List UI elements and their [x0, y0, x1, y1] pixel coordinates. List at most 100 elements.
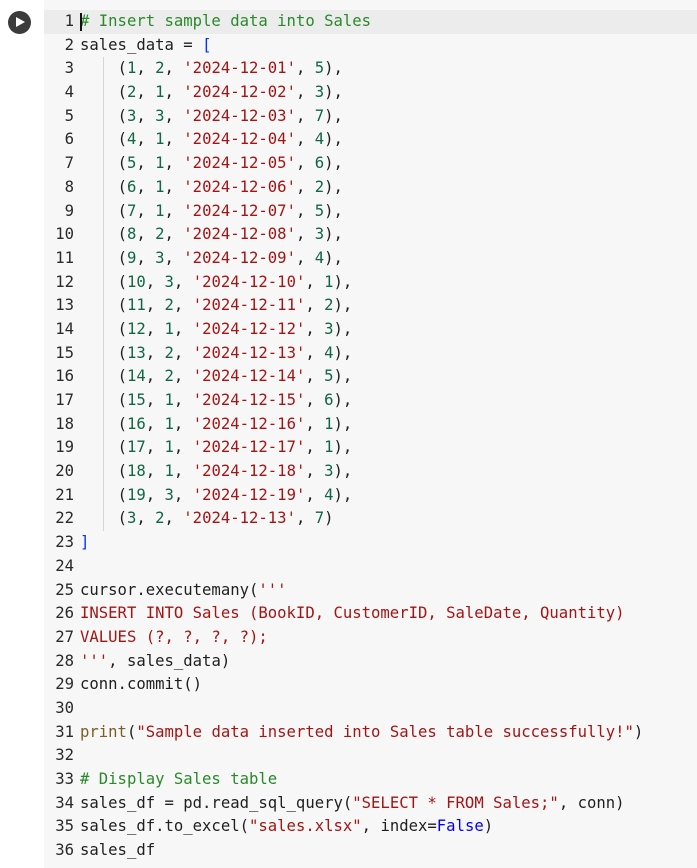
code-token: ,: [164, 177, 184, 196]
code-text: INSERT INTO Sales (BookID, CustomerID, S…: [80, 602, 625, 626]
code-line[interactable]: 36 sales_df: [44, 839, 697, 863]
line-number: 28: [55, 651, 74, 670]
code-token: '2024-12-08': [183, 225, 296, 244]
code-token: ,: [173, 319, 193, 338]
code-line[interactable]: 22 (3, 2, '2024-12-13', 7): [44, 507, 697, 532]
code-token: 14: [126, 367, 146, 386]
line-number: 16: [55, 367, 74, 386]
code-line[interactable]: 13 (11, 2, '2024-12-11', 2),: [44, 294, 697, 318]
code-line[interactable]: 18 (16, 1, '2024-12-16', 1),: [44, 412, 697, 437]
code-line[interactable]: 19 (17, 1, '2024-12-17', 1),: [44, 436, 697, 461]
code-line[interactable]: 15 (13, 2, '2024-12-13', 4),: [44, 341, 697, 366]
line-number: 30: [55, 698, 74, 717]
code-token: ''': [258, 580, 287, 599]
code-text: (8, 2, '2024-12-08', 3),: [80, 223, 343, 247]
code-token: 3: [164, 272, 174, 291]
code-token: 4: [314, 248, 325, 267]
code-line[interactable]: 6 (4, 1, '2024-12-04', 4),: [44, 128, 697, 153]
code-text: (16, 1, '2024-12-16', 1),: [80, 413, 353, 437]
run-cell-button[interactable]: [8, 11, 31, 34]
code-text: (4, 1, '2024-12-04', 4),: [80, 128, 343, 152]
code-line[interactable]: 29 conn.commit(): [44, 673, 697, 697]
code-token: ),: [333, 485, 353, 504]
code-line[interactable]: 10 (8, 2, '2024-12-08', 3),: [44, 223, 697, 247]
code-token: (: [117, 83, 127, 102]
code-token: 13: [126, 343, 146, 362]
code-token: ,: [136, 83, 156, 102]
code-token: 1: [155, 83, 165, 102]
code-token: 1: [155, 130, 165, 149]
code-token: ,: [305, 485, 325, 504]
code-token: (: [117, 225, 127, 244]
code-token: 18: [126, 462, 146, 481]
code-line[interactable]: 11 (9, 3, '2024-12-09', 4),: [44, 246, 697, 271]
code-line[interactable]: 35 sales_df.to_excel("sales.xlsx", index=…: [44, 815, 697, 839]
code-line[interactable]: 23]: [44, 531, 697, 555]
code-token: ,: [305, 438, 325, 457]
code-token: (: [117, 296, 127, 315]
line-number: 18: [55, 414, 74, 433]
code-line[interactable]: 16 (14, 2, '2024-12-14', 5),: [44, 365, 697, 389]
code-token: 2: [164, 296, 174, 315]
code-token: print: [80, 722, 127, 741]
code-line[interactable]: 8 (6, 1, '2024-12-06', 2),: [44, 175, 697, 200]
code-token: 19: [126, 485, 146, 504]
line-number: 5: [64, 106, 74, 125]
code-token: ,: [136, 130, 156, 149]
code-line[interactable]: 21 (19, 3, '2024-12-19', 4),: [44, 483, 697, 508]
code-line[interactable]: 1 # Insert sample data into Sales: [44, 10, 697, 34]
code-line[interactable]: 5 (3, 3, '2024-12-03', 7),: [44, 104, 697, 129]
code-token: 2: [164, 343, 174, 362]
code-token: sales_df.to_excel(: [80, 817, 249, 836]
code-token: VALUES (?, ?, ?, ?);: [80, 627, 268, 646]
code-line[interactable]: 4 (2, 1, '2024-12-02', 3),: [44, 81, 697, 105]
code-token: ,: [145, 319, 165, 338]
code-line[interactable]: 9 (7, 1, '2024-12-07', 5),: [44, 199, 697, 224]
code-line[interactable]: 26 INSERT INTO Sales (BookID, CustomerID,…: [44, 602, 697, 626]
code-line[interactable]: 7 (5, 1, '2024-12-05', 6),: [44, 152, 697, 176]
code-token: ),: [324, 130, 343, 149]
code-line[interactable]: 17 (15, 1, '2024-12-15', 6),: [44, 389, 697, 413]
code-editor[interactable]: 1 # Insert sample data into Sales 2 sales_d…: [44, 0, 697, 868]
line-number: 9: [64, 201, 74, 220]
code-line[interactable]: 14 (12, 1, '2024-12-12', 3),: [44, 317, 697, 342]
code-line[interactable]: 24: [44, 555, 697, 579]
line-number: 22: [55, 509, 74, 528]
code-token: 15: [126, 391, 146, 409]
line-number: 23: [55, 533, 74, 552]
code-line[interactable]: 31 print("Sample data inserted into Sales…: [44, 721, 697, 745]
line-number: 31: [55, 722, 74, 741]
code-line[interactable]: 33 # Display Sales table: [44, 768, 697, 792]
code-line[interactable]: 20 (18, 1, '2024-12-18', 3),: [44, 460, 697, 484]
code-line[interactable]: 25 cursor.executemany(''': [44, 579, 697, 603]
code-line[interactable]: 3 (1, 2, '2024-12-01', 5),: [44, 57, 697, 82]
code-token: ,: [145, 343, 165, 362]
code-line[interactable]: 12 (10, 3, '2024-12-10', 1),: [44, 270, 697, 295]
code-token: ,: [305, 462, 325, 481]
code-line[interactable]: 2 sales_data = [: [44, 34, 697, 58]
code-token: (: [117, 367, 127, 386]
code-text: ]: [80, 531, 89, 555]
line-number: 26: [55, 604, 74, 623]
code-cell: 1 # Insert sample data into Sales 2 sales_d…: [0, 0, 697, 868]
code-line[interactable]: 30: [44, 697, 697, 721]
line-number: 29: [55, 675, 74, 694]
code-token: 4: [324, 485, 334, 504]
code-line[interactable]: 28 ''', sales_data): [44, 650, 697, 674]
code-line[interactable]: 27 VALUES (?, ?, ?, ?);: [44, 626, 697, 650]
code-token: ,: [295, 225, 315, 244]
code-token: ,: [295, 130, 315, 149]
code-token: ,: [295, 83, 315, 102]
code-token: '2024-12-03': [183, 106, 296, 125]
code-token: "SELECT * FROM Sales;": [352, 793, 559, 812]
code-token: '2024-12-15': [192, 391, 306, 409]
code-token: ,: [305, 367, 325, 386]
code-token: ),: [333, 438, 353, 457]
code-token: # Display Sales table: [80, 770, 278, 788]
code-line[interactable]: 34 sales_df = pd.read_sql_query("SELECT *…: [44, 792, 697, 816]
code-text: (15, 1, '2024-12-15', 6),: [80, 389, 353, 413]
code-token: 8: [126, 225, 137, 244]
code-line[interactable]: 32: [44, 744, 697, 768]
code-token: 1: [155, 177, 165, 196]
